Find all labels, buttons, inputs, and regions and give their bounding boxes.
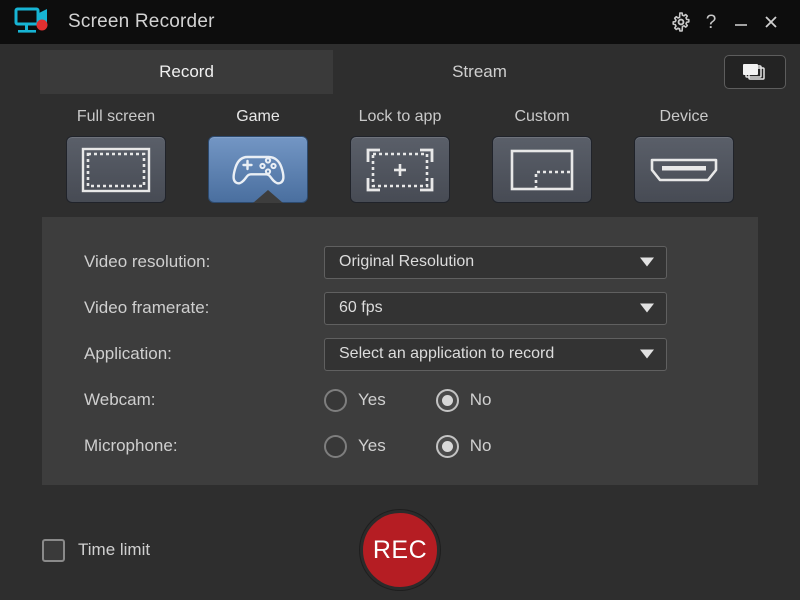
- custom-region-icon: [506, 146, 578, 194]
- help-icon[interactable]: ?: [696, 7, 726, 37]
- tab-record-label: Record: [159, 62, 214, 81]
- record-button-wrapper: REC: [360, 510, 440, 590]
- mode-lock-to-app-label: Lock to app: [358, 108, 442, 125]
- minimize-button[interactable]: [726, 7, 756, 37]
- window-title: Screen Recorder: [68, 11, 215, 32]
- microphone-radio-group: Yes No: [324, 434, 541, 458]
- mode-full-screen-button[interactable]: [66, 136, 166, 203]
- time-limit-label: Time limit: [78, 540, 151, 559]
- mode-game-label: Game: [236, 108, 280, 125]
- video-framerate-dropdown[interactable]: 60 fps: [324, 291, 667, 325]
- mode-full-screen[interactable]: Full screen: [62, 108, 170, 203]
- mode-device[interactable]: Device: [630, 108, 738, 203]
- radio-circle-selected-icon: [435, 434, 459, 458]
- webcam-yes-label: Yes: [358, 390, 386, 409]
- screen-recorder-window: Screen Recorder ? Record Stream Full scr…: [0, 0, 800, 600]
- title-bar: Screen Recorder ?: [0, 0, 800, 44]
- webcam-radio-yes[interactable]: Yes: [324, 388, 386, 412]
- mode-custom-button[interactable]: [492, 136, 592, 203]
- tab-stream[interactable]: Stream: [333, 50, 626, 94]
- gear-icon[interactable]: [666, 7, 696, 37]
- record-button[interactable]: REC: [360, 510, 440, 590]
- webcam-radio-group: Yes No: [324, 388, 541, 412]
- mode-device-button[interactable]: [634, 136, 734, 203]
- radio-circle-selected-icon: [435, 388, 459, 412]
- microphone-yes-label: Yes: [358, 436, 386, 455]
- time-limit-checkbox-row[interactable]: Time limit: [42, 538, 151, 562]
- video-resolution-dropdown[interactable]: Original Resolution: [324, 245, 667, 279]
- settings-panel-wrapper: Video resolution: Original Resolution Vi…: [0, 203, 800, 500]
- stacked-windows-icon[interactable]: [724, 55, 786, 89]
- screen-recorder-icon: [14, 7, 54, 37]
- tab-stream-label: Stream: [452, 62, 507, 81]
- full-screen-icon: [80, 146, 152, 194]
- radio-circle-icon: [324, 388, 347, 412]
- row-webcam: Webcam: Yes No: [42, 377, 758, 423]
- bottom-bar: Time limit REC: [0, 500, 800, 600]
- row-video-framerate: Video framerate: 60 fps: [42, 285, 758, 331]
- lock-to-app-icon: [364, 146, 436, 194]
- webcam-no-label: No: [469, 390, 492, 409]
- video-framerate-label: Video framerate:: [84, 298, 210, 317]
- tab-strip: Record Stream: [0, 44, 800, 94]
- close-button[interactable]: [756, 7, 786, 37]
- mode-game[interactable]: Game: [204, 108, 312, 203]
- capture-mode-selector: Full screen Game Lock to app Custom Devi…: [0, 94, 800, 203]
- microphone-no-label: No: [469, 436, 492, 455]
- webcam-radio-no[interactable]: No: [435, 388, 492, 412]
- video-framerate-value: 60 fps: [339, 299, 383, 316]
- row-application: Application: Select an application to re…: [42, 331, 758, 377]
- mode-custom[interactable]: Custom: [488, 108, 596, 203]
- application-dropdown[interactable]: Select an application to record: [324, 337, 667, 371]
- selected-mode-pointer: [253, 190, 283, 203]
- mode-lock-to-app[interactable]: Lock to app: [346, 108, 454, 203]
- microphone-radio-yes[interactable]: Yes: [324, 434, 386, 458]
- video-resolution-value: Original Resolution: [339, 253, 475, 270]
- row-microphone: Microphone: Yes No: [42, 423, 758, 469]
- microphone-radio-no[interactable]: No: [435, 434, 492, 458]
- webcam-label: Webcam:: [84, 390, 156, 409]
- row-video-resolution: Video resolution: Original Resolution: [42, 239, 758, 285]
- mode-custom-label: Custom: [514, 108, 570, 125]
- time-limit-checkbox[interactable]: [42, 538, 65, 562]
- radio-circle-icon: [324, 434, 347, 458]
- tab-record[interactable]: Record: [40, 50, 333, 94]
- video-resolution-label: Video resolution:: [84, 252, 211, 271]
- chevron-down-icon: [640, 303, 654, 313]
- microphone-label: Microphone:: [84, 436, 178, 455]
- application-value: Select an application to record: [339, 345, 555, 362]
- gamepad-icon: [227, 147, 289, 193]
- settings-panel: Video resolution: Original Resolution Vi…: [42, 217, 758, 485]
- mode-full-screen-label: Full screen: [76, 108, 156, 125]
- chevron-down-icon: [640, 257, 654, 267]
- mode-lock-to-app-button[interactable]: [350, 136, 450, 203]
- chevron-down-icon: [640, 349, 654, 359]
- hdmi-device-icon: [646, 150, 722, 190]
- application-label: Application:: [84, 344, 172, 363]
- mode-device-label: Device: [659, 108, 709, 125]
